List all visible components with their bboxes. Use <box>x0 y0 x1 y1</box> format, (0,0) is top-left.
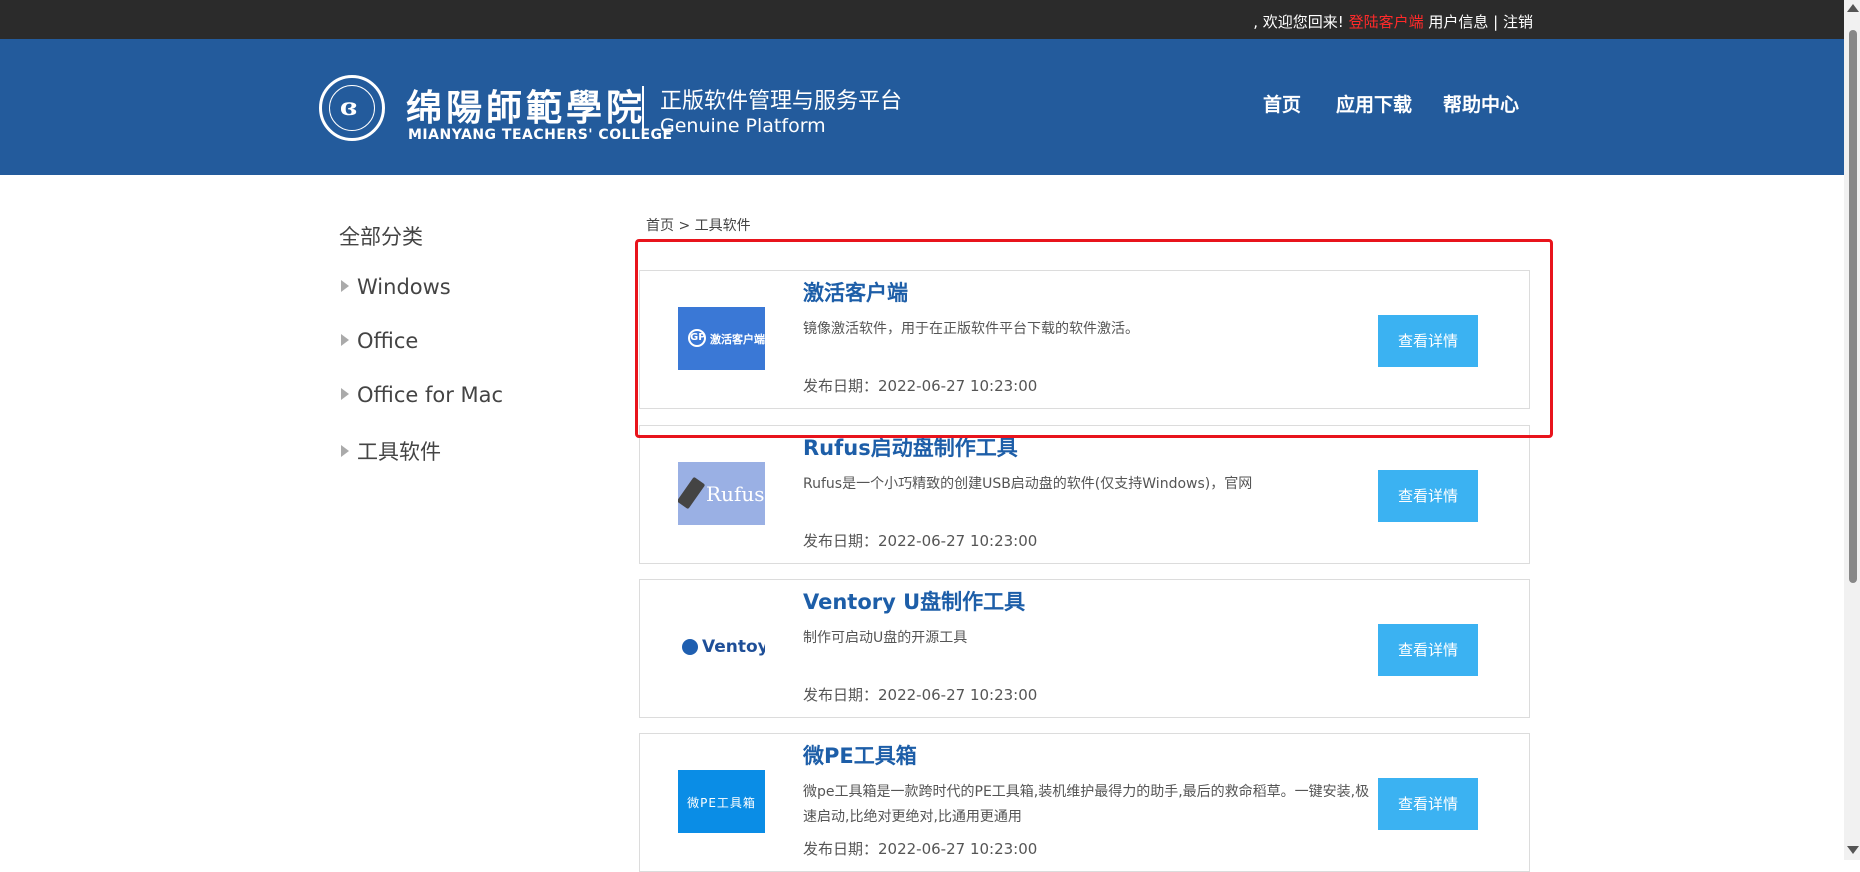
software-title[interactable]: Ventory U盘制作工具 <box>803 586 1025 616</box>
breadcrumb: 首页 > 工具软件 <box>646 215 751 235</box>
software-card: 微PE工具箱 微PE工具箱 微pe工具箱是一款跨时代的PE工具箱,装机维护最得力… <box>639 733 1530 872</box>
caret-right-icon <box>341 388 349 400</box>
platform-title: 正版软件管理与服务平台 <box>660 89 903 114</box>
category-tools[interactable]: 工具软件 <box>341 436 441 466</box>
software-card: Rufus Rufus启动盘制作工具 Rufus是一个小巧精致的创建USB启动盘… <box>639 425 1530 564</box>
wepe-thumbnail[interactable]: 微PE工具箱 <box>678 770 765 833</box>
category-label: Office <box>357 329 419 353</box>
software-description: 制作可启动U盘的开源工具 <box>803 630 968 646</box>
breadcrumb-separator: > <box>674 218 695 234</box>
user-links: , 欢迎您回来! 登陆客户端 用户信息 | 注销 <box>1253 11 1533 32</box>
category-label: Windows <box>357 275 451 299</box>
college-name-cn: 绵陽師範學院 <box>406 87 647 129</box>
logout-link[interactable]: 注销 <box>1503 13 1533 31</box>
category-label: 工具软件 <box>357 440 441 464</box>
activation-client-thumbnail[interactable]: GP 激活客户端 <box>678 307 765 370</box>
view-details-button[interactable]: 查看详情 <box>1378 778 1478 830</box>
publish-date: 发布日期：2022-06-27 10:23:00 <box>803 532 1038 550</box>
software-description: Rufus是一个小巧精致的创建USB启动盘的软件(仅支持Windows)，官网 <box>803 476 1253 492</box>
view-details-button[interactable]: 查看详情 <box>1378 470 1478 522</box>
welcome-text: , 欢迎您回来! <box>1253 13 1349 31</box>
view-details-button[interactable]: 查看详情 <box>1378 624 1478 676</box>
nav-app-download[interactable]: 应用下载 <box>1336 90 1412 117</box>
publish-date: 发布日期：2022-06-27 10:23:00 <box>803 377 1038 395</box>
breadcrumb-current[interactable]: 工具软件 <box>695 218 751 234</box>
user-info-link[interactable]: 用户信息 <box>1428 13 1488 31</box>
rufus-thumbnail[interactable]: Rufus <box>678 462 765 525</box>
scroll-down-icon[interactable] <box>1847 846 1859 854</box>
college-seal-icon: ɞ <box>319 75 385 141</box>
breadcrumb-home[interactable]: 首页 <box>646 218 674 234</box>
software-title[interactable]: Rufus启动盘制作工具 <box>803 432 1018 462</box>
usb-drive-icon <box>678 476 706 510</box>
nav-help-center[interactable]: 帮助中心 <box>1443 90 1519 117</box>
college-name-en: MIANYANG TEACHERS' COLLEGE <box>408 127 673 143</box>
nav-home[interactable]: 首页 <box>1263 90 1301 117</box>
category-office[interactable]: Office <box>341 329 418 353</box>
category-title: 全部分类 <box>339 225 423 249</box>
site-header: ɞ 绵陽師範學院 MIANYANG TEACHERS' COLLEGE 正版软件… <box>0 39 1844 175</box>
software-card: GP 激活客户端 激活客户端 镜像激活软件，用于在正版软件平台下载的软件激活。 … <box>639 270 1530 409</box>
scroll-thumb[interactable] <box>1849 30 1857 583</box>
software-card: Ventoy Ventory U盘制作工具 制作可启动U盘的开源工具 发布日期：… <box>639 579 1530 718</box>
login-client-link[interactable]: 登陆客户端 <box>1349 13 1424 31</box>
category-office-mac[interactable]: Office for Mac <box>341 383 503 407</box>
publish-date: 发布日期：2022-06-27 10:23:00 <box>803 686 1038 704</box>
category-windows[interactable]: Windows <box>341 275 451 299</box>
view-details-button[interactable]: 查看详情 <box>1378 315 1478 367</box>
caret-right-icon <box>341 334 349 346</box>
publish-date: 发布日期：2022-06-27 10:23:00 <box>803 840 1038 858</box>
thumbnail-label: Ventoy <box>702 637 765 657</box>
software-description: 镜像激活软件，用于在正版软件平台下载的软件激活。 <box>803 321 1139 337</box>
ventoy-logo-icon <box>682 639 698 655</box>
header-divider <box>642 86 644 138</box>
platform-subtitle: Genuine Platform <box>660 115 826 137</box>
caret-right-icon <box>341 445 349 457</box>
software-title[interactable]: 微PE工具箱 <box>803 740 917 770</box>
thumbnail-label: 激活客户端 <box>710 333 765 346</box>
separator: | <box>1488 13 1503 31</box>
caret-right-icon <box>341 280 349 292</box>
category-label: Office for Mac <box>357 383 504 407</box>
top-bar: , 欢迎您回来! 登陆客户端 用户信息 | 注销 <box>0 0 1844 39</box>
scroll-up-icon[interactable] <box>1847 4 1859 12</box>
thumbnail-label: 微PE工具箱 <box>687 796 756 810</box>
gp-logo-icon: GP <box>688 329 706 347</box>
ventoy-thumbnail[interactable]: Ventoy <box>678 616 765 679</box>
software-title[interactable]: 激活客户端 <box>803 277 908 307</box>
thumbnail-label: Rufus <box>706 482 765 506</box>
software-description: 微pe工具箱是一款跨时代的PE工具箱,装机维护最得力的助手,最后的救命稻草。一键… <box>803 784 1370 825</box>
